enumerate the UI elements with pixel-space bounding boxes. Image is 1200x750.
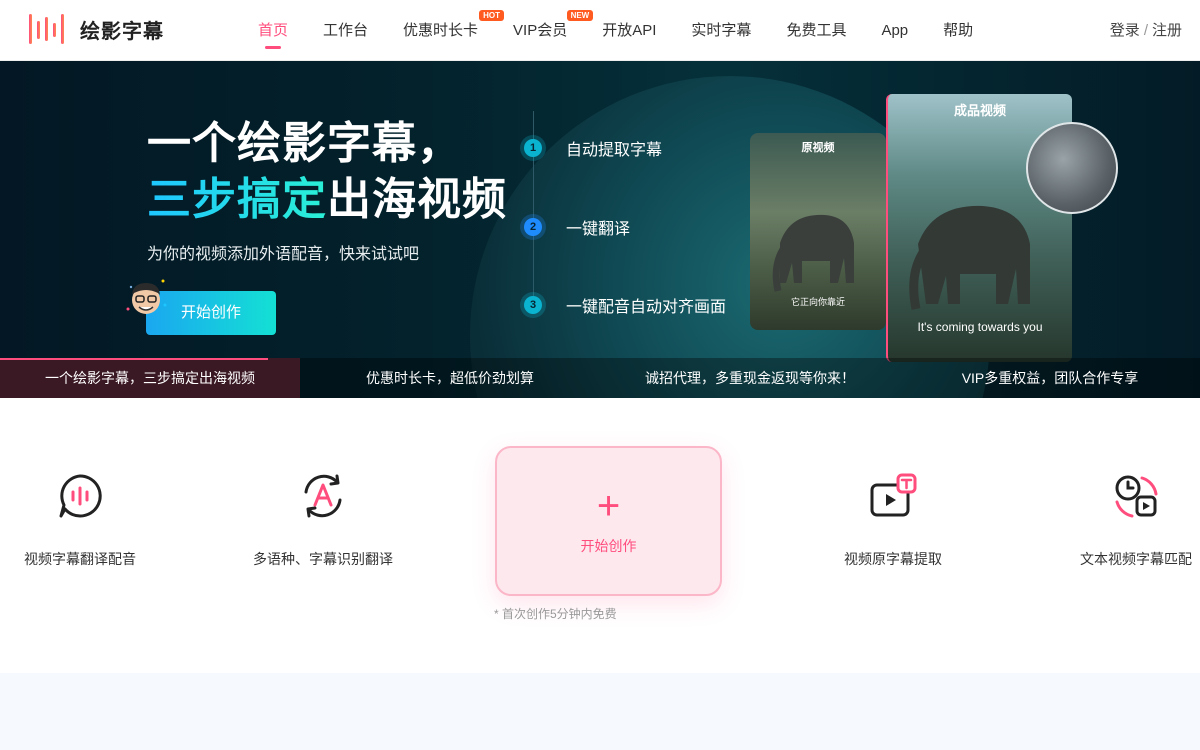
nav-item-label: VIP会员 <box>513 22 568 39</box>
nav-item-label: 实时字幕 <box>691 22 752 39</box>
feature-label: 视频原字幕提取 <box>844 551 942 567</box>
step-1: 1 自动提取字幕 <box>524 136 662 160</box>
nav-item-help[interactable]: 帮助 <box>943 0 973 61</box>
nav-item-vip[interactable]: VIP会员 NEW <box>513 0 594 61</box>
plus-icon: + <box>596 484 621 528</box>
hero-subtitle: 为你的视频添加外语配音，快来试试吧 <box>147 246 420 263</box>
hero-title-line1: 一个绘影字幕， <box>147 119 462 168</box>
nav-item-label: 开放API <box>602 22 657 39</box>
translate-refresh-icon <box>304 474 342 518</box>
auth-separator: / <box>1143 22 1148 39</box>
new-badge: NEW <box>566 10 594 21</box>
nav-item-label: 首页 <box>258 22 289 39</box>
feature-label: 视频字幕翻译配音 <box>24 551 136 567</box>
result-video-caption: It's coming towards you <box>917 320 1043 334</box>
phone-thumbnail <box>1026 122 1118 214</box>
next-section <box>0 673 1200 750</box>
hero-banner: 一个绘影字幕， 三步搞定出海视频 为你的视频添加外语配音，快来试试吧 开始创作 … <box>0 61 1200 398</box>
register-link[interactable]: 注册 <box>1152 22 1182 39</box>
source-video-caption: 它正向你靠近 <box>790 297 845 307</box>
step-label: 自动提取字幕 <box>566 142 663 159</box>
start-create-label: 开始创作 <box>580 538 637 554</box>
hero-title-line2: 三步搞定出海视频 <box>147 163 507 227</box>
feature-label: 多语种、字幕识别翻译 <box>253 551 393 567</box>
nav-item-realtime-subtitles[interactable]: 实时字幕 <box>691 0 751 61</box>
feature-extract[interactable]: 视频原字幕提取 <box>838 472 948 569</box>
step-label: 一键翻译 <box>566 221 631 238</box>
banner-tabs: 一个绘影字幕，三步搞定出海视频 优惠时长卡，超低价劲划算 诚招代理，多重现金返现… <box>0 358 1200 398</box>
speech-bubble-icon <box>59 474 102 518</box>
source-video-label: 原视频 <box>801 142 835 154</box>
banner-tab[interactable]: 诚招代理，多重现金返现等你来！ <box>600 358 900 398</box>
start-create-card[interactable]: + 开始创作 <box>495 446 722 596</box>
nav-item-label: 优惠时长卡 <box>403 22 479 39</box>
hero-title-rest: 出海视频 <box>327 175 507 224</box>
banner-tab[interactable]: 一个绘影字幕，三步搞定出海视频 <box>0 358 300 398</box>
step-number: 3 <box>524 296 542 314</box>
feature-label: 文本视频字幕匹配 <box>1080 551 1192 567</box>
source-video-card: 原视频 它正向你靠近 <box>750 133 886 330</box>
feature-dubbing[interactable]: 视频字幕翻译配音 <box>20 472 140 569</box>
nav-item-free-tools[interactable]: 免费工具 <box>786 0 846 61</box>
step-3: 3 一键配音自动对齐画面 <box>524 293 726 317</box>
nav-item-label: 帮助 <box>943 22 974 39</box>
nav-item-label: 工作台 <box>323 22 369 39</box>
auth-links: 登录 / 注册 <box>1110 0 1182 61</box>
nav-menu: 首页 工作台 优惠时长卡 HOT VIP会员 NEW 开放API 实时字幕 免费工具… <box>258 0 1008 61</box>
step-label: 一键配音自动对齐画面 <box>566 299 727 316</box>
step-number: 2 <box>524 218 542 236</box>
hot-badge: HOT <box>479 10 505 21</box>
clock-play-icon <box>1115 475 1158 518</box>
feature-section: 视频字幕翻译配音 多语种、字幕识别翻译 + 开始创作 * 首次创作5分钟内免费 … <box>0 398 1200 673</box>
hero-title-highlight: 三步搞定 <box>147 175 327 224</box>
nav-item-label: 免费工具 <box>786 22 847 39</box>
nav-item-label: App <box>881 22 909 39</box>
nav-item-time-card[interactable]: 优惠时长卡 HOT <box>403 0 505 61</box>
banner-tab[interactable]: VIP多重权益，团队合作专享 <box>900 358 1200 398</box>
feature-text-match[interactable]: 文本视频字幕匹配 <box>1076 472 1196 569</box>
brand-name: 绘影字幕 <box>80 20 164 43</box>
free-trial-note: * 首次创作5分钟内免费 <box>494 607 617 621</box>
step-number: 1 <box>524 139 542 157</box>
avatar-icon <box>126 279 167 314</box>
banner-tab[interactable]: 优惠时长卡，超低价劲划算 <box>300 358 600 398</box>
brand-logo[interactable]: 绘影字幕 <box>28 12 164 46</box>
top-navbar: 绘影字幕 首页 工作台 优惠时长卡 HOT VIP会员 NEW 开放API 实时字幕… <box>0 0 1200 61</box>
video-text-icon <box>870 473 917 517</box>
step-2: 2 一键翻译 <box>524 215 630 239</box>
logo-mark-icon <box>29 14 64 44</box>
login-link[interactable]: 登录 <box>1110 22 1140 39</box>
nav-item-home[interactable]: 首页 <box>258 0 288 61</box>
result-video-label: 成品视频 <box>953 103 1006 118</box>
nav-item-workbench[interactable]: 工作台 <box>323 0 368 61</box>
nav-item-open-api[interactable]: 开放API <box>602 0 656 61</box>
nav-item-app[interactable]: App <box>881 0 908 61</box>
feature-multilang[interactable]: 多语种、字幕识别翻译 <box>248 472 398 569</box>
